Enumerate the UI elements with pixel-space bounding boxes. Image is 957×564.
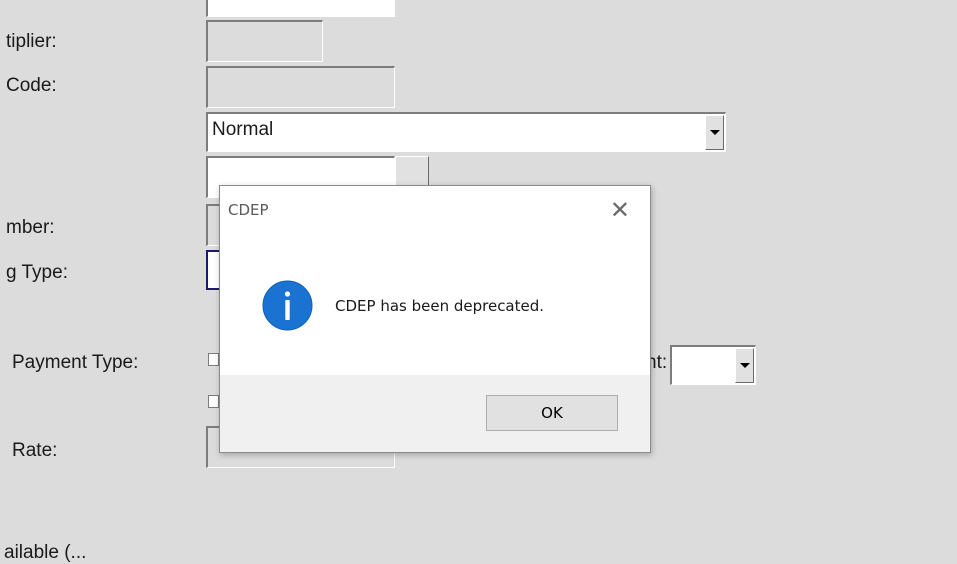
status-select-value: Normal <box>212 119 274 140</box>
secondary-checkbox[interactable] <box>208 395 219 408</box>
number-label: mber: <box>6 217 55 238</box>
cdep-dialog: CDEP ✕ CDEP has been deprecated. OK <box>219 185 651 453</box>
dialog-message: CDEP has been deprecated. <box>335 297 545 315</box>
ok-button[interactable]: OK <box>486 395 618 431</box>
multiplier-label: tiplier: <box>6 31 57 52</box>
type-label: g Type: <box>6 262 68 283</box>
top-text-field[interactable] <box>206 0 395 17</box>
chevron-down-icon[interactable] <box>735 348 754 383</box>
code-label: Code: <box>6 75 57 96</box>
bottom-label-partial: ailable (... <box>4 542 87 563</box>
dialog-title: CDEP <box>228 201 269 219</box>
payment-type-checkbox[interactable] <box>208 353 219 366</box>
right-select[interactable] <box>670 345 756 385</box>
multiplier-field <box>206 20 323 62</box>
close-icon[interactable]: ✕ <box>610 198 630 222</box>
payment-type-label: Payment Type: <box>12 352 139 373</box>
rate-label: Rate: <box>12 440 58 461</box>
code-field <box>206 66 395 108</box>
chevron-down-icon[interactable] <box>705 115 724 150</box>
dialog-button-bar: OK <box>220 375 650 452</box>
info-icon <box>262 280 313 331</box>
status-select[interactable]: Normal <box>206 112 726 152</box>
